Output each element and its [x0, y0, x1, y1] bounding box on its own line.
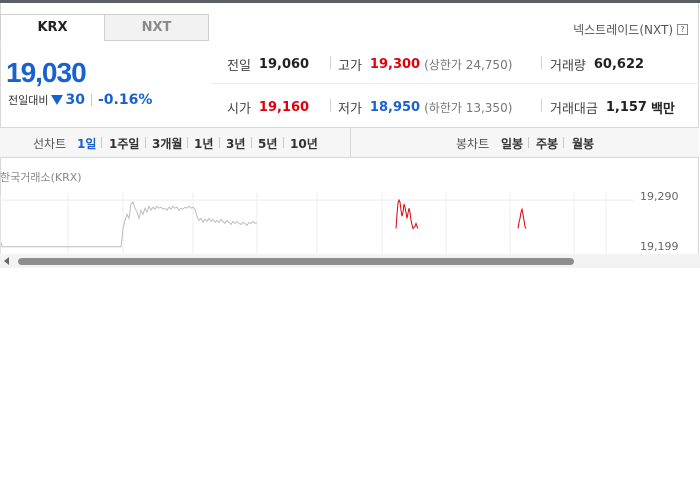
stat-open: 시가 19,160 [227, 98, 309, 117]
price-chart [0, 193, 634, 254]
chart-toolbar: 선차트 1일 1주일 3개월 1년 3년 5년 10년 봉차트 일봉 주봉 월봉 [0, 127, 699, 158]
stat-label: 저가 [338, 102, 362, 117]
stat-label: 거래대금 [550, 102, 598, 117]
stat-label: 전일 [227, 59, 251, 74]
price-series-line-2 [517, 207, 527, 229]
change-value: 30 [65, 92, 85, 108]
stat-value: 18,950 [369, 100, 421, 115]
stat-amount: 거래대금 1,157 백만 [550, 98, 675, 117]
period-divider [101, 137, 102, 148]
period-3m[interactable]: 3개월 [152, 135, 182, 152]
period-10y[interactable]: 10년 [290, 135, 318, 152]
stat-low: 저가 18,950 (하한가 13,350) [338, 98, 512, 117]
stat-value: 60,622 [593, 57, 645, 72]
candle-chart-label: 봉차트 [456, 137, 490, 151]
period-1d[interactable]: 1일 [77, 135, 96, 152]
period-divider [187, 137, 188, 148]
price-series-line-0 [0, 201, 258, 248]
line-chart-label: 선차트 [33, 137, 67, 151]
stat-divider [541, 56, 542, 69]
stat-label: 고가 [338, 59, 362, 74]
candle-daily[interactable]: 일봉 [501, 135, 523, 152]
stat-prev-close: 전일 19,060 [227, 55, 309, 74]
stat-value: 19,160 [258, 100, 310, 115]
chart-scrollbar[interactable] [0, 254, 700, 268]
candle-weekly[interactable]: 주봉 [536, 135, 558, 152]
toolbar-divider [350, 128, 351, 157]
tab-nxt[interactable]: NXT [104, 14, 209, 41]
current-price: 19,030 [6, 57, 87, 88]
period-1w[interactable]: 1주일 [109, 135, 139, 152]
period-3y[interactable]: 3년 [226, 135, 245, 152]
period-divider [145, 137, 146, 148]
chart-source: 한국거래소(KRX) [0, 171, 82, 184]
y-tick-label: 19,290 [640, 190, 679, 203]
stat-label: 거래량 [550, 59, 586, 74]
stat-value: 19,300 [369, 57, 421, 72]
period-divider [283, 137, 284, 148]
period-divider [219, 137, 220, 148]
period-divider [528, 137, 529, 148]
stat-value: 1,157 [605, 100, 647, 115]
stat-divider [541, 99, 542, 112]
stat-volume: 거래량 60,622 [550, 55, 644, 74]
change-divider [90, 94, 92, 106]
price-change: 전일대비 30 -0.16% [8, 92, 152, 108]
period-1y[interactable]: 1년 [194, 135, 213, 152]
stat-divider [330, 99, 331, 112]
candle-monthly[interactable]: 월봉 [572, 135, 594, 152]
period-divider [563, 137, 564, 148]
down-arrow-icon [51, 95, 64, 105]
stat-divider [330, 56, 331, 69]
help-icon[interactable]: ? [677, 24, 688, 35]
price-series-line-1 [395, 198, 419, 230]
period-5y[interactable]: 5년 [258, 135, 277, 152]
scroll-left-icon[interactable] [4, 257, 9, 265]
stat-high: 고가 19,300 (상한가 24,750) [338, 55, 512, 74]
lower-limit: (하한가 13,350) [424, 101, 513, 115]
change-percent: -0.16% [97, 92, 153, 108]
stat-value: 19,060 [258, 57, 310, 72]
y-tick-label: 19,199 [640, 240, 679, 253]
nxt-link[interactable]: 넥스트레이드(NXT) ? [573, 21, 688, 38]
stat-unit: 백만 [650, 102, 675, 117]
tab-krx[interactable]: KRX [0, 14, 105, 41]
stat-label: 시가 [227, 102, 251, 117]
nxt-link-label: 넥스트레이드(NXT) [573, 23, 673, 37]
stat-row-divider [210, 83, 699, 84]
scroll-thumb[interactable] [18, 258, 574, 265]
period-divider [251, 137, 252, 148]
change-label: 전일대비 [8, 94, 49, 107]
upper-limit: (상한가 24,750) [424, 58, 513, 72]
